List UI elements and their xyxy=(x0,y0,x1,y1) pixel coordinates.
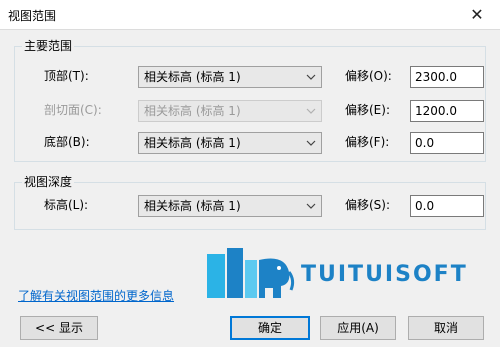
chevron-down-icon xyxy=(306,203,316,209)
cut-plane-combo: 相关标高 (标高 1) xyxy=(138,100,322,122)
title-bar: 视图范围 ✕ xyxy=(0,0,500,30)
cut-plane-label: 剖切面(C): xyxy=(44,103,102,117)
apply-button[interactable]: 应用(A) xyxy=(320,316,396,340)
watermark-text: TUITUISOFT xyxy=(301,262,468,287)
bottom-offset-input[interactable]: 0.0 xyxy=(410,132,484,154)
depth-offset-value: 0.0 xyxy=(415,199,435,213)
depth-level-combo[interactable]: 相关标高 (标高 1) xyxy=(138,195,322,217)
depth-offset-label: 偏移(S): xyxy=(345,198,391,212)
cancel-button[interactable]: 取消 xyxy=(408,316,484,340)
top-level-combo[interactable]: 相关标高 (标高 1) xyxy=(138,66,322,88)
top-offset-label: 偏移(O): xyxy=(345,69,392,83)
view-depth-label: 视图深度 xyxy=(22,175,75,189)
top-level-value: 相关标高 (标高 1) xyxy=(144,70,241,84)
watermark-logo: TUITUISOFT xyxy=(205,246,468,302)
close-icon[interactable]: ✕ xyxy=(454,0,500,30)
cut-plane-offset-label: 偏移(E): xyxy=(345,103,390,117)
chevron-down-icon xyxy=(306,74,316,80)
chevron-down-icon xyxy=(306,108,316,114)
help-link[interactable]: 了解有关视图范围的更多信息 xyxy=(18,287,174,304)
bottom-level-combo[interactable]: 相关标高 (标高 1) xyxy=(138,132,322,154)
window-title: 视图范围 xyxy=(8,9,57,23)
primary-range-label: 主要范围 xyxy=(22,39,75,53)
top-label: 顶部(T): xyxy=(44,69,89,83)
depth-level-label: 标高(L): xyxy=(44,198,89,212)
cut-plane-offset-input[interactable]: 1200.0 xyxy=(410,100,484,122)
top-offset-input[interactable]: 2300.0 xyxy=(410,66,484,88)
cut-plane-value: 相关标高 (标高 1) xyxy=(144,104,241,118)
cut-plane-offset-value: 1200.0 xyxy=(415,104,457,118)
depth-level-value: 相关标高 (标高 1) xyxy=(144,199,241,213)
bottom-label: 底部(B): xyxy=(44,135,90,149)
bottom-offset-label: 偏移(F): xyxy=(345,135,390,149)
bottom-level-value: 相关标高 (标高 1) xyxy=(144,136,241,150)
show-button[interactable]: << 显示 xyxy=(20,316,98,340)
depth-offset-input[interactable]: 0.0 xyxy=(410,195,484,217)
chevron-down-icon xyxy=(306,140,316,146)
elephant-logo-icon xyxy=(207,248,295,298)
ok-button[interactable]: 确定 xyxy=(230,316,310,340)
top-offset-value: 2300.0 xyxy=(415,70,457,84)
bottom-offset-value: 0.0 xyxy=(415,136,435,150)
